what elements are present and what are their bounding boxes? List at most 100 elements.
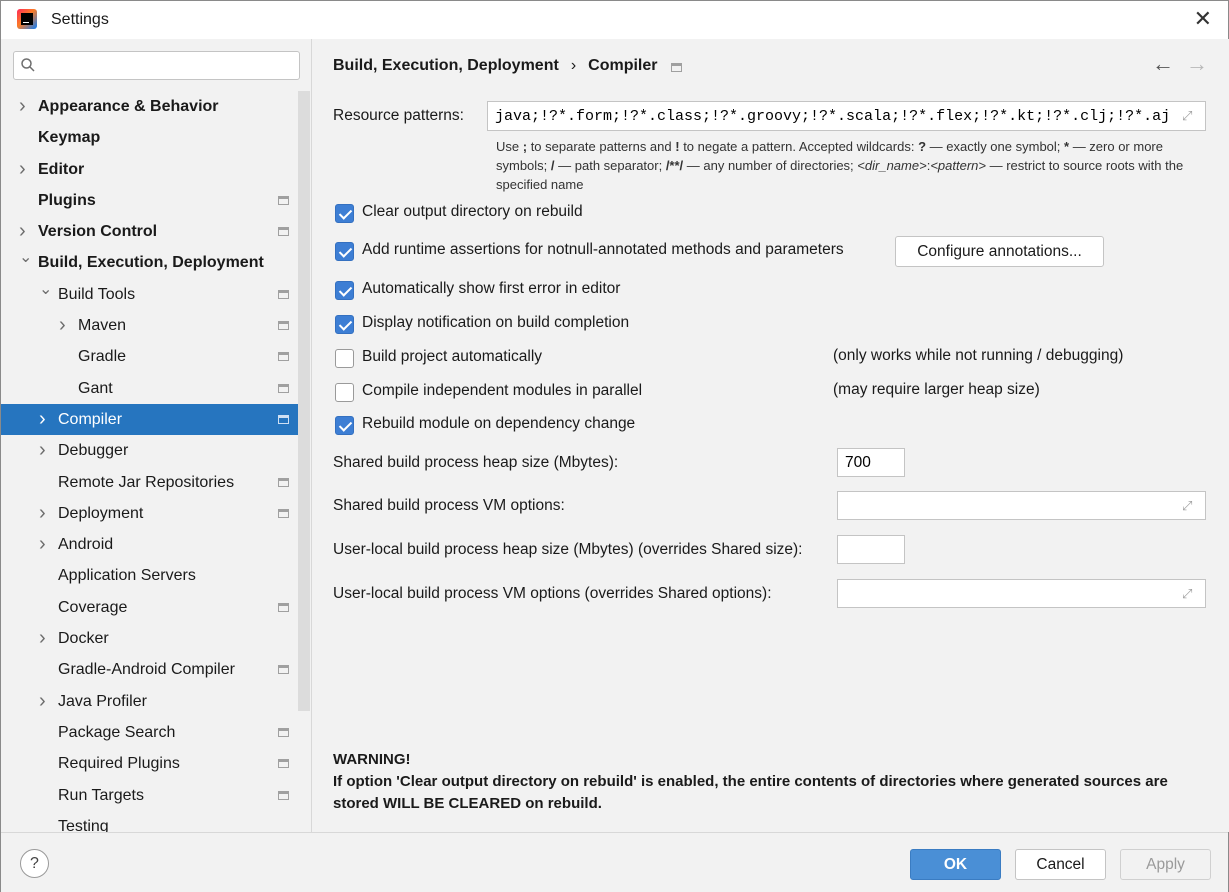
project-level-icon (278, 727, 289, 737)
clear-output-checkbox[interactable] (335, 204, 354, 223)
resource-patterns-hint: Use ; to separate patterns and ! to nega… (496, 139, 1184, 192)
sidebar-item-label: Appearance & Behavior (38, 98, 219, 115)
chevron-right-icon[interactable]: › (39, 435, 51, 466)
chevron-right-icon[interactable]: › (39, 404, 51, 435)
clear-output-label: Clear output directory on rebuild (362, 203, 583, 220)
shared-vm-field[interactable]: ⤢ (837, 491, 1206, 520)
chevron-right-icon[interactable]: › (39, 498, 51, 529)
build-automatically-note: (only works while not running / debuggin… (833, 347, 1124, 364)
sidebar-item-deployment[interactable]: › Deployment (1, 498, 310, 529)
sidebar-item-debugger[interactable]: › Debugger (1, 435, 310, 466)
settings-tree: › Appearance & Behavior Keymap › Editor Plugi… (1, 91, 310, 832)
project-level-icon (278, 227, 289, 237)
intellij-logo-icon (17, 9, 37, 29)
sidebar-item-label: Gradle (78, 348, 127, 366)
chevron-right-icon[interactable]: › (19, 91, 31, 122)
sidebar-item-label: Package Search (58, 723, 176, 741)
dialog-footer: ? OK Cancel Apply (1, 832, 1228, 892)
sidebar-item-testing[interactable]: Testing (1, 811, 310, 832)
forward-arrow-icon[interactable]: → (1186, 51, 1208, 77)
chevron-right-icon[interactable]: › (39, 686, 51, 717)
sidebar-item-editor[interactable]: › Editor (1, 154, 310, 185)
resource-patterns-input[interactable] (488, 102, 1205, 130)
user-heap-input[interactable] (838, 536, 904, 563)
sidebar-item-label: Keymap (38, 129, 101, 147)
build-automatically-checkbox[interactable] (335, 349, 354, 368)
chevron-right-icon[interactable]: › (59, 310, 71, 341)
project-level-icon (278, 602, 289, 612)
sidebar-item-required-plugins[interactable]: Required Plugins (1, 748, 310, 779)
rebuild-on-dependency-checkbox[interactable] (335, 416, 354, 435)
help-icon[interactable]: ? (20, 849, 49, 878)
breadcrumb-parent[interactable]: Build, Execution, Deployment (333, 57, 559, 75)
sidebar-item-label: Application Servers (58, 567, 196, 585)
project-level-icon (278, 195, 289, 205)
back-arrow-icon[interactable]: ← (1152, 51, 1174, 77)
display-notification-checkbox[interactable] (335, 315, 354, 334)
expand-icon[interactable]: ⤢ (1182, 587, 1196, 601)
shared-heap-label: Shared build process heap size (Mbytes): (333, 454, 619, 471)
sidebar-item-label: Java Profiler (58, 692, 147, 710)
sidebar-item-java-profiler[interactable]: › Java Profiler (1, 686, 310, 717)
sidebar-item-keymap[interactable]: Keymap (1, 122, 310, 153)
compile-parallel-checkbox[interactable] (335, 383, 354, 402)
resource-patterns-label: Resource patterns: (333, 107, 464, 124)
compiler-settings-panel: Build, Execution, Deployment › Compiler ← … (311, 39, 1229, 832)
sidebar-item-coverage[interactable]: Coverage (1, 592, 310, 623)
sidebar-item-remote-jar-repositories[interactable]: Remote Jar Repositories (1, 467, 310, 498)
warning-text: If option 'Clear output directory on reb… (333, 773, 1168, 812)
user-vm-input[interactable] (838, 580, 1205, 607)
sidebar-item-android[interactable]: › Android (1, 529, 310, 560)
project-level-icon (278, 665, 289, 675)
sidebar-item-compiler[interactable]: › Compiler (1, 403, 310, 436)
sidebar-item-plugins[interactable]: Plugins (1, 185, 310, 216)
project-level-icon (278, 289, 289, 299)
expand-icon[interactable]: ⤢ (1182, 499, 1196, 513)
sidebar-item-application-servers[interactable]: Application Servers (1, 560, 310, 591)
chevron-right-icon[interactable]: › (19, 154, 31, 185)
user-heap-field[interactable] (837, 535, 905, 564)
sidebar-item-gant[interactable]: Gant (1, 373, 310, 404)
sidebar-scrollbar[interactable] (298, 91, 310, 711)
sidebar-item-maven[interactable]: › Maven (1, 310, 310, 341)
title-bar: Settings ✕ (1, 1, 1228, 39)
chevron-down-icon[interactable]: ⌄ (19, 242, 32, 273)
sidebar-item-label: Build Tools (58, 285, 136, 303)
sidebar-item-version-control[interactable]: › Version Control (1, 216, 310, 247)
chevron-right-icon[interactable]: › (39, 529, 51, 560)
sidebar-item-build-tools[interactable]: ⌄ Build Tools (1, 279, 310, 310)
sidebar-item-docker[interactable]: › Docker (1, 623, 310, 654)
sidebar-item-label: Version Control (38, 223, 158, 241)
search-input[interactable] (44, 56, 294, 76)
resource-patterns-field[interactable]: ⤢ (487, 101, 1206, 131)
shared-heap-input[interactable] (838, 449, 904, 476)
user-vm-field[interactable]: ⤢ (837, 579, 1206, 608)
shared-heap-field[interactable] (837, 448, 905, 477)
shared-vm-input[interactable] (838, 492, 1205, 519)
sidebar-item-appearance-behavior[interactable]: › Appearance & Behavior (1, 91, 310, 122)
chevron-down-icon[interactable]: ⌄ (39, 274, 52, 305)
apply-button[interactable]: Apply (1120, 849, 1211, 880)
user-vm-label: User-local build process VM options (ove… (333, 585, 772, 602)
show-first-error-label: Automatically show first error in editor (362, 280, 621, 297)
runtime-assertions-label: Add runtime assertions for notnull-annot… (362, 241, 844, 258)
sidebar-item-run-targets[interactable]: Run Targets (1, 780, 310, 811)
build-automatically-label: Build project automatically (362, 348, 543, 365)
project-level-icon (278, 321, 289, 331)
sidebar-item-gradle[interactable]: Gradle (1, 341, 310, 372)
runtime-assertions-checkbox[interactable] (335, 242, 354, 261)
sidebar-item-package-search[interactable]: Package Search (1, 717, 310, 748)
expand-icon[interactable]: ⤢ (1182, 109, 1196, 123)
show-first-error-checkbox[interactable] (335, 281, 354, 300)
sidebar-item-label: Build, Execution, Deployment (38, 254, 264, 272)
sidebar-item-label: Testing (58, 817, 109, 832)
project-level-icon (278, 477, 289, 487)
chevron-right-icon[interactable]: › (39, 623, 51, 654)
settings-search[interactable] (13, 51, 300, 80)
sidebar-item-label: Debugger (58, 442, 129, 460)
cancel-button[interactable]: Cancel (1015, 849, 1106, 880)
sidebar-item-gradle-android-compiler[interactable]: Gradle-Android Compiler (1, 654, 310, 685)
ok-button[interactable]: OK (910, 849, 1001, 880)
configure-annotations-button[interactable]: Configure annotations... (895, 236, 1104, 267)
close-icon[interactable]: ✕ (1194, 7, 1212, 31)
